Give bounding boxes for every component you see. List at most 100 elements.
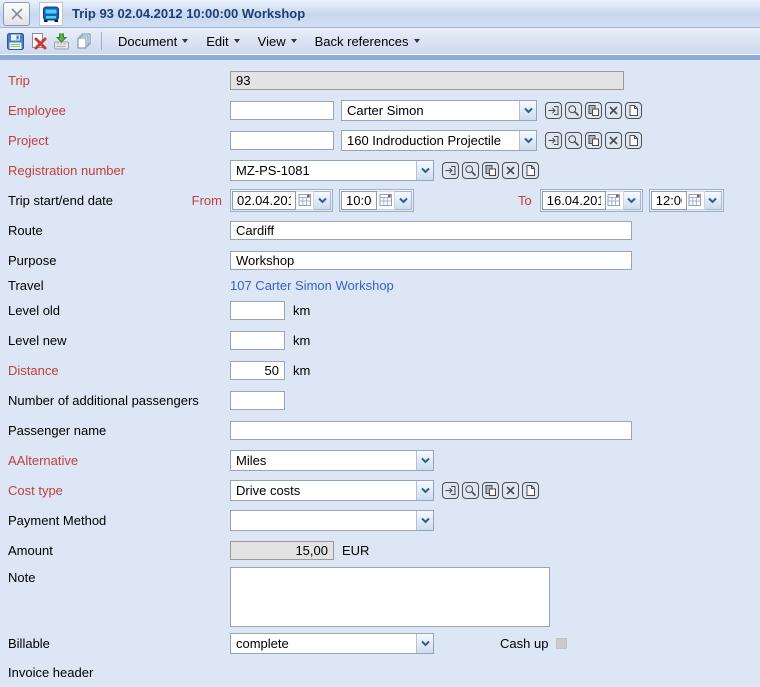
copy-record-icon[interactable] [482, 482, 499, 499]
note-textarea[interactable] [230, 567, 550, 627]
from-date-picker[interactable] [230, 189, 333, 212]
menu-view[interactable]: View [249, 30, 306, 53]
alternative-select-value: Miles [231, 451, 416, 470]
from-date-input[interactable] [232, 191, 296, 210]
payment-method-select[interactable] [230, 510, 434, 531]
project-lookup-input[interactable] [230, 131, 334, 150]
chevron-down-icon [234, 39, 240, 43]
billable-label: Billable [8, 636, 230, 651]
goto-record-icon[interactable] [545, 132, 562, 149]
invoice-header-label: Invoice header [8, 665, 230, 680]
new-record-icon[interactable] [522, 162, 539, 179]
menu-back-references-label: Back references [315, 34, 409, 49]
goto-record-icon[interactable] [545, 102, 562, 119]
copy-record-icon[interactable] [482, 162, 499, 179]
employee-select[interactable]: Carter Simon [341, 100, 537, 121]
chevron-down-icon[interactable] [395, 191, 412, 210]
billable-select[interactable]: complete [230, 633, 434, 654]
chevron-down-icon[interactable] [416, 481, 433, 500]
travel-link[interactable]: 107 Carter Simon Workshop [230, 278, 394, 293]
delete-icon[interactable] [27, 30, 50, 53]
calendar-icon[interactable] [606, 191, 624, 210]
from-time-input[interactable] [341, 191, 377, 210]
registration-number-select[interactable]: MZ-PS-1081 [230, 160, 434, 181]
additional-passengers-input[interactable] [230, 391, 285, 410]
cash-up-checkbox[interactable] [556, 638, 567, 649]
calendar-icon[interactable] [687, 191, 705, 210]
passenger-name-input[interactable] [230, 421, 632, 440]
purpose-input[interactable] [230, 251, 632, 270]
to-time-picker[interactable] [649, 189, 724, 212]
cash-up-label: Cash up [500, 636, 548, 651]
level-new-label: Level new [8, 333, 230, 348]
copy-record-icon[interactable] [585, 102, 602, 119]
calendar-icon[interactable] [296, 191, 314, 210]
page-title: Trip 93 02.04.2012 10:00:00 Workshop [72, 6, 305, 21]
chevron-down-icon [414, 39, 420, 43]
cost-type-select-value: Drive costs [231, 481, 416, 500]
clear-icon[interactable] [605, 102, 622, 119]
menu-document-label: Document [118, 34, 177, 49]
alternative-select[interactable]: Miles [230, 450, 434, 471]
chevron-down-icon[interactable] [519, 131, 536, 150]
clear-icon[interactable] [502, 482, 519, 499]
copy-icon[interactable] [73, 30, 96, 53]
chevron-down-icon[interactable] [416, 634, 433, 653]
copy-record-icon[interactable] [585, 132, 602, 149]
form-row-registration-number: Registration number MZ-PS-1081 [0, 155, 760, 185]
purpose-label: Purpose [8, 253, 230, 268]
form-row-note: Note [0, 565, 760, 629]
employee-label: Employee [8, 103, 230, 118]
search-icon[interactable] [462, 482, 479, 499]
clear-icon[interactable] [502, 162, 519, 179]
check-in-icon[interactable] [50, 30, 73, 53]
save-icon[interactable] [4, 30, 27, 53]
new-record-icon[interactable] [522, 482, 539, 499]
level-old-input[interactable] [230, 301, 285, 320]
to-date-input[interactable] [542, 191, 606, 210]
chevron-down-icon[interactable] [314, 191, 331, 210]
car-icon [39, 2, 63, 26]
from-time-picker[interactable] [339, 189, 414, 212]
menu-back-references[interactable]: Back references [306, 30, 429, 53]
search-icon[interactable] [462, 162, 479, 179]
cost-type-select[interactable]: Drive costs [230, 480, 434, 501]
route-input[interactable] [230, 221, 632, 240]
menu-edit-label: Edit [206, 34, 228, 49]
calendar-icon[interactable] [377, 191, 395, 210]
toolbar: Document Edit View Back references [0, 28, 760, 55]
to-label: To [518, 193, 532, 208]
close-icon[interactable] [3, 2, 30, 26]
search-icon[interactable] [565, 132, 582, 149]
level-new-input[interactable] [230, 331, 285, 350]
form-row-purpose: Purpose [0, 245, 760, 275]
chevron-down-icon[interactable] [705, 191, 722, 210]
chevron-down-icon[interactable] [416, 451, 433, 470]
to-date-picker[interactable] [540, 189, 643, 212]
payment-method-label: Payment Method [8, 513, 230, 528]
goto-record-icon[interactable] [442, 482, 459, 499]
chevron-down-icon[interactable] [519, 101, 536, 120]
chevron-down-icon[interactable] [416, 511, 433, 530]
form-row-distance: Distance km [0, 355, 760, 385]
trip-form: Trip Employee Carter Simon Project 160 I… [0, 60, 760, 687]
distance-input[interactable] [230, 361, 285, 380]
goto-record-icon[interactable] [442, 162, 459, 179]
new-record-icon[interactable] [625, 102, 642, 119]
search-icon[interactable] [565, 102, 582, 119]
chevron-down-icon[interactable] [624, 191, 641, 210]
amount-currency: EUR [342, 543, 369, 558]
project-select[interactable]: 160 Indroduction Projectile [341, 130, 537, 151]
new-record-icon[interactable] [625, 132, 642, 149]
employee-lookup-input[interactable] [230, 101, 334, 120]
level-old-unit: km [293, 303, 310, 318]
employee-select-value: Carter Simon [342, 101, 519, 120]
clear-icon[interactable] [605, 132, 622, 149]
toolbar-separator [101, 32, 102, 50]
menu-edit[interactable]: Edit [197, 30, 248, 53]
chevron-down-icon[interactable] [416, 161, 433, 180]
to-time-input[interactable] [651, 191, 687, 210]
form-row-level-new: Level new km [0, 325, 760, 355]
route-label: Route [8, 223, 230, 238]
menu-document[interactable]: Document [109, 30, 197, 53]
